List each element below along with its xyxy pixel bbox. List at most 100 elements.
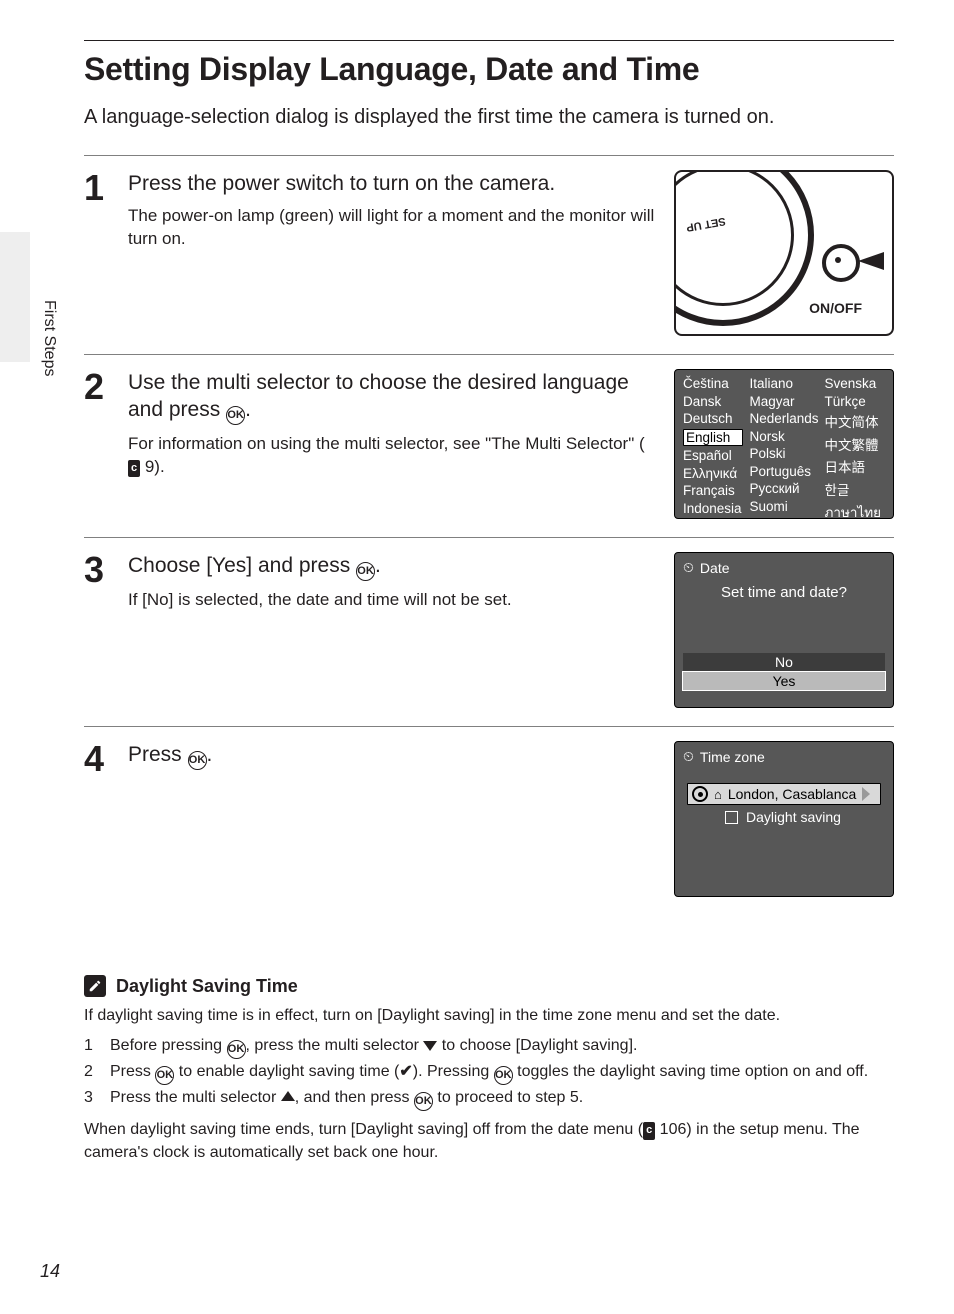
steps: 1 Press the power switch to turn on the … [84, 155, 894, 915]
ok-icon: OK [188, 751, 207, 770]
item-text: Press the multi selector , and then pres… [110, 1087, 583, 1111]
chevron-right-icon [862, 787, 870, 801]
lang-item: Русский [749, 481, 818, 496]
lang-col-3: Svenska Türkçe 中文简体 中文繁體 日本語 한글 ภาษาไทย [825, 376, 885, 512]
text: 9). [140, 457, 165, 476]
text: Press [110, 1063, 155, 1080]
step-number: 3 [84, 552, 128, 588]
text: Use the multi selector to choose the des… [128, 371, 629, 421]
ref-icon: c [643, 1122, 655, 1139]
ok-icon: OK [494, 1066, 513, 1085]
text: Before pressing [110, 1037, 227, 1054]
text: to choose [Daylight saving]. [437, 1037, 637, 1054]
page-title: Setting Display Language, Date and Time [84, 51, 894, 88]
dialog-header: ⏲ Date [675, 553, 893, 582]
lang-item: Português [749, 464, 818, 479]
rule-top [84, 40, 894, 41]
text: ). Pressing [413, 1063, 494, 1080]
step-body: Press the power switch to turn on the ca… [128, 170, 656, 251]
note-paragraph: If daylight saving time is in effect, tu… [84, 1005, 894, 1027]
item-number: 2 [84, 1061, 100, 1085]
step-body: Choose [Yes] and press OK. If [No] is se… [128, 552, 656, 612]
lang-item-selected: English [683, 429, 743, 446]
daylight-saving-row: Daylight saving [681, 807, 887, 825]
up-triangle-icon [281, 1091, 295, 1101]
step-lead: Choose [Yes] and press OK. [128, 552, 656, 581]
lang-item: Ελληνικά [683, 466, 743, 481]
date-dialog: ⏲ Date Set time and date? No Yes [674, 552, 894, 708]
language-menu-figure: Čeština Dansk Deutsch English Español Ελ… [674, 369, 894, 519]
step-body: Press OK. [128, 741, 656, 778]
camera-figure: SET UP ON/OFF [674, 170, 894, 336]
item-number: 1 [84, 1035, 100, 1059]
option-no: No [683, 653, 885, 671]
lang-item: Italiano [749, 376, 818, 391]
lang-item: ภาษาไทย [825, 501, 885, 523]
text: . [375, 554, 381, 577]
language-menu: Čeština Dansk Deutsch English Español Ελ… [674, 369, 894, 519]
home-icon: ⌂ [714, 787, 722, 802]
manual-page: First Steps 1 4 Setting Display Language,… [0, 0, 954, 1314]
text: Press [128, 743, 188, 766]
note-list-item: 3 Press the multi selector , and then pr… [84, 1087, 894, 1111]
text: , press the multi selector [246, 1037, 424, 1054]
lang-item: Nederlands [749, 411, 818, 426]
lang-item: 中文简体 [825, 411, 885, 431]
lang-item: Čeština [683, 376, 743, 391]
note-icon [84, 975, 106, 997]
lang-col-1: Čeština Dansk Deutsch English Español Ελ… [683, 376, 743, 512]
lang-item: Türkçe [825, 394, 885, 409]
item-text: Before pressing OK, press the multi sele… [110, 1035, 637, 1059]
content-area: Setting Display Language, Date and Time … [84, 40, 894, 1274]
check-icon: ✔ [399, 1061, 412, 1083]
step-lead: Press OK. [128, 741, 656, 770]
option-yes: Yes [682, 671, 886, 691]
lang-item: 中文繁體 [825, 434, 885, 454]
ok-icon: OK [356, 562, 375, 581]
arrow-icon [858, 252, 884, 270]
lang-item: Suomi [749, 499, 818, 514]
lang-item: Dansk [683, 394, 743, 409]
side-tab [0, 232, 30, 362]
step-4: 4 Press OK. ⏲ Time zone [84, 727, 894, 915]
dial-label: SET UP [685, 215, 726, 234]
step-1: 1 Press the power switch to turn on the … [84, 156, 894, 355]
lang-item: Norsk [749, 429, 818, 444]
lang-item: Svenska [825, 376, 885, 391]
timezone-selected-row: ⌂ London, Casablanca [687, 783, 881, 805]
timezone-label: London, Casablanca [728, 786, 856, 802]
dialog-options: No Yes [675, 653, 893, 707]
note-header: Daylight Saving Time [84, 975, 894, 997]
dialog-question: Set time and date? [675, 582, 893, 611]
step-number: 2 [84, 369, 128, 405]
text: Press the multi selector [110, 1089, 281, 1106]
step-number: 4 [84, 741, 128, 777]
ref-icon: c [128, 460, 140, 477]
step-desc: If [No] is selected, the date and time w… [128, 589, 656, 612]
step-lead: Press the power switch to turn on the ca… [128, 170, 656, 197]
target-icon [692, 786, 708, 802]
intro-text: A language-selection dialog is displayed… [84, 106, 894, 129]
ok-icon: OK [155, 1066, 174, 1085]
down-triangle-icon [423, 1041, 437, 1051]
step-desc: For information on using the multi selec… [128, 433, 656, 479]
lang-item: Polski [749, 446, 818, 461]
note-list-item: 1 Before pressing OK, press the multi se… [84, 1035, 894, 1059]
dialog-header: ⏲ Time zone [675, 742, 893, 771]
lang-item: 한글 [825, 479, 885, 499]
text: to enable daylight saving time ( [174, 1063, 399, 1080]
text: toggles the daylight saving time option … [513, 1063, 869, 1080]
step-body: Use the multi selector to choose the des… [128, 369, 656, 479]
lang-item: Español [683, 448, 743, 463]
text: . [207, 743, 213, 766]
note-paragraph: When daylight saving time ends, turn [Da… [84, 1119, 894, 1164]
text: . [245, 398, 251, 421]
daylight-note: Daylight Saving Time If daylight saving … [84, 975, 894, 1164]
item-text: Press OK to enable daylight saving time … [110, 1061, 868, 1085]
step-desc: The power-on lamp (green) will light for… [128, 205, 656, 251]
section-label: First Steps [40, 300, 58, 376]
lang-col-2: Italiano Magyar Nederlands Norsk Polski … [749, 376, 818, 512]
text: For information on using the multi selec… [128, 434, 645, 453]
text: to proceed to step 5. [433, 1089, 583, 1106]
mode-dial-icon: SET UP [674, 170, 814, 326]
